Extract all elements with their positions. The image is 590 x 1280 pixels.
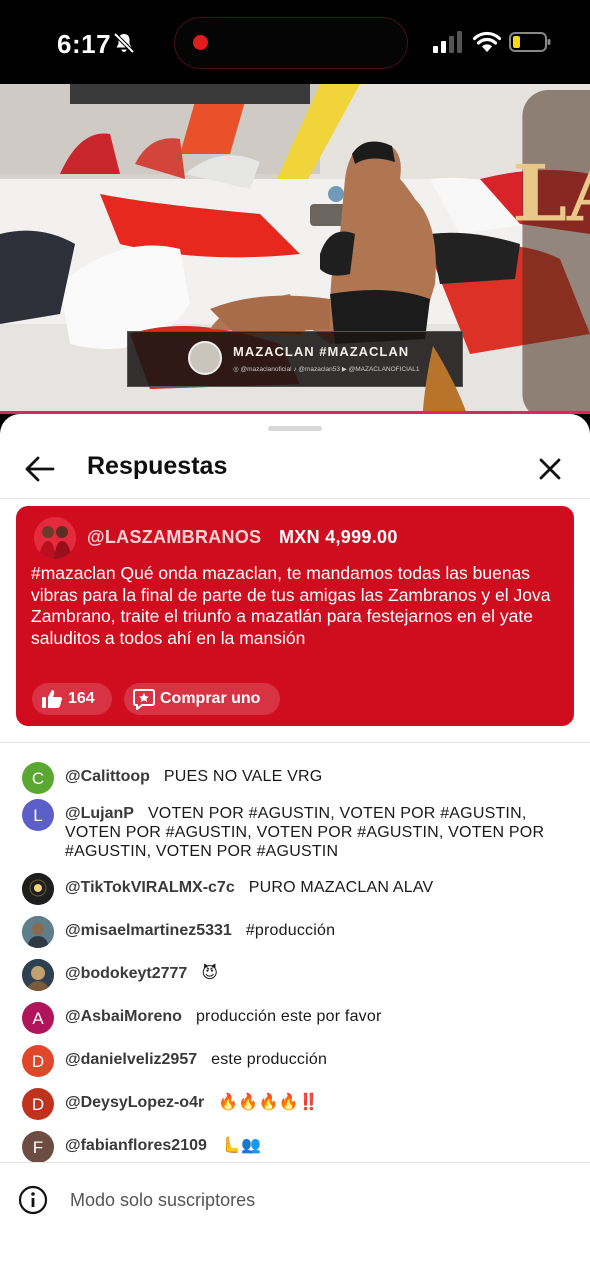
status-bar: 6:17 (0, 0, 590, 84)
chat-text: #producción (245, 922, 336, 939)
avatar[interactable]: D (22, 1088, 54, 1120)
subscribers-only-footer: Modo solo suscriptores (0, 1162, 590, 1280)
super-chat-avatar (34, 517, 76, 559)
sheet-title: Respuestas (87, 452, 228, 480)
avatar[interactable]: C (22, 762, 54, 794)
close-icon[interactable] (536, 455, 564, 483)
status-time: 6:17 (57, 29, 112, 59)
superchat-divider (0, 742, 590, 743)
lower-third-avatar (188, 341, 222, 375)
lower-third-socials: ◎ @mazaclanoficial ♪ @mazaclan53 ▶ @MAZA… (233, 366, 420, 373)
chat-text: 🫷👥 (220, 1137, 262, 1154)
subscribers-only-text: Modo solo suscriptores (70, 1190, 256, 1210)
thumbs-up-icon (42, 690, 62, 708)
super-chat-amount: MXN 4,999.00 (279, 527, 398, 547)
super-chat-card[interactable]: @LASZAMBRANOS MXN 4,999.00 #mazaclan Qué… (16, 506, 574, 726)
chat-username[interactable]: @misaelmartinez5331 (65, 922, 232, 939)
super-chat-message: #mazaclan Qué onda mazaclan, te mandamos… (31, 563, 551, 648)
buy-one-label: Comprar uno (160, 690, 261, 707)
buy-one-button[interactable]: Comprar uno (124, 683, 280, 715)
video-player[interactable]: LA MANSIÓN VIP MAZACLAN #MAZACLAN ◎ @maz… (0, 84, 590, 414)
avatar[interactable]: F (22, 1131, 54, 1163)
super-chat-star-icon (133, 689, 155, 710)
chat-text: producción este por favor (195, 1008, 382, 1025)
chat-text: PURO MAZACLAN ALAV (248, 879, 434, 896)
like-button[interactable]: 164 (32, 683, 112, 715)
svg-text:LA MANSIÓN: LA MANSIÓN (514, 147, 590, 239)
wifi-icon (472, 31, 502, 52)
chat-username[interactable]: @bodokeyt2777 (65, 965, 187, 982)
sheet-grabber[interactable] (268, 426, 322, 431)
chat-username[interactable]: @LujanP (65, 805, 134, 822)
super-chat-username[interactable]: @LASZAMBRANOS (87, 527, 261, 548)
avatar[interactable] (22, 959, 54, 991)
lower-third-title: MAZACLAN #MAZACLAN (233, 344, 410, 359)
back-arrow-icon[interactable] (24, 454, 56, 484)
chat-text: este producción (211, 1051, 328, 1068)
avatar[interactable] (22, 916, 54, 948)
like-count: 164 (68, 690, 95, 707)
recording-dot-icon (193, 35, 208, 50)
chat-username[interactable]: @danielveliz2957 (65, 1051, 197, 1068)
lower-third-banner: MAZACLAN #MAZACLAN ◎ @mazaclanoficial ♪ … (127, 331, 467, 414)
chat-username[interactable]: @AsbaiMoreno (65, 1008, 182, 1025)
battery-low-icon (509, 32, 551, 52)
chat-username[interactable]: @TikTokVIRALMX-c7c (65, 879, 235, 896)
avatar[interactable]: L (22, 799, 54, 831)
signal-icon (433, 31, 462, 53)
chat-text: PUES NO VALE VRG (163, 768, 323, 785)
avatar[interactable] (22, 873, 54, 905)
chat-username[interactable]: @DeysyLopez-o4r (65, 1094, 204, 1111)
info-icon[interactable] (18, 1185, 48, 1215)
chat-message-list[interactable]: C @Calittoop PUES NO VALE VRG L @LujanP VO… (0, 744, 590, 1163)
chat-text: VOTEN POR #AGUSTIN, VOTEN POR #AGUSTIN, … (65, 805, 545, 860)
chat-username[interactable]: @fabianflores2109 (65, 1137, 207, 1154)
chat-username[interactable]: @Calittoop (65, 768, 150, 785)
avatar[interactable]: D (22, 1045, 54, 1077)
chat-text: 🔥🔥🔥🔥‼️ (218, 1094, 319, 1111)
avatar[interactable]: A (22, 1002, 54, 1034)
header-divider (0, 498, 590, 499)
bell-off-icon (113, 32, 135, 54)
replies-sheet: Respuestas @LASZAMBRANOS MXN 4,999.00 #m… (0, 414, 590, 1280)
dynamic-island (174, 17, 408, 69)
chat-text: 😈 (201, 965, 219, 982)
